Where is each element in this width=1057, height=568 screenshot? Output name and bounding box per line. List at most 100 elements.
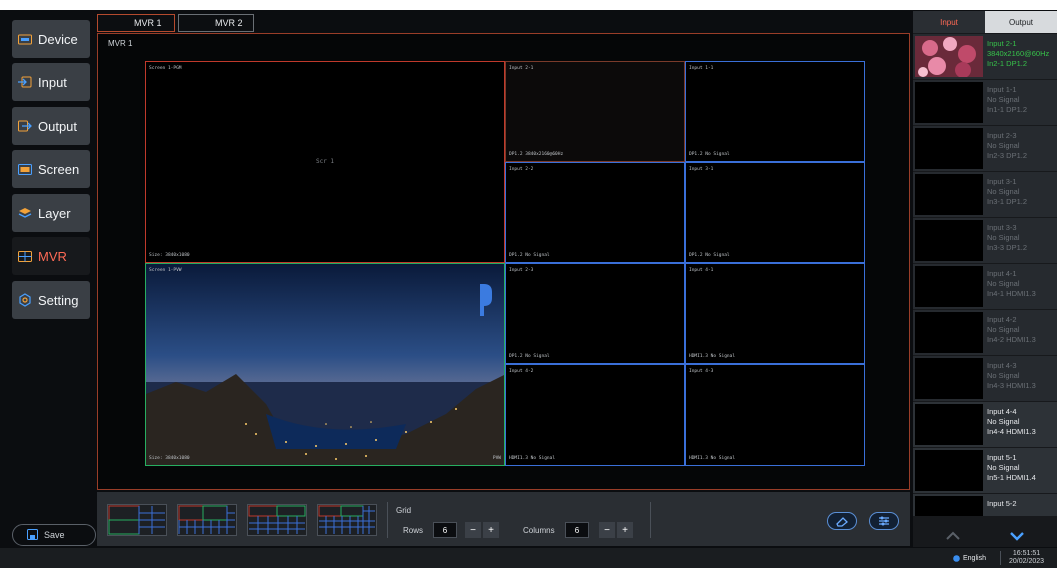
grid-label: Grid xyxy=(396,506,412,515)
divider xyxy=(1000,551,1001,565)
mvr-cell-input-4-2[interactable]: Input 4-2 HDMI1.3 No Signal xyxy=(505,364,685,466)
layout-grid-icon xyxy=(178,505,235,534)
sidebar-item-mvr[interactable]: MVR xyxy=(12,237,90,275)
source-info: Input 4-2 No Signal In4-2 HDMI1.3 xyxy=(987,315,1036,344)
layout-preset-1[interactable] xyxy=(107,504,167,536)
settings-button[interactable] xyxy=(869,512,899,530)
mvr-cell-input-4-1[interactable]: Input 4-1 HDMI1.3 No Signal xyxy=(685,263,865,364)
language-selector[interactable]: English xyxy=(953,555,986,562)
sidebar-item-label: Setting xyxy=(38,292,79,308)
chevron-down-icon xyxy=(1010,532,1024,541)
source-thumbnail xyxy=(915,404,983,445)
sliders-icon xyxy=(879,516,889,526)
source-info: Input 4-1 No Signal In4-1 HDMI1.3 xyxy=(987,269,1036,298)
sidebar-item-setting[interactable]: Setting xyxy=(12,281,90,319)
sidebar-item-label: Output xyxy=(38,118,78,134)
sidebar-item-label: MVR xyxy=(38,248,67,264)
columns-input[interactable]: 6 xyxy=(565,522,589,538)
scroll-up-button[interactable] xyxy=(923,526,983,546)
top-strip xyxy=(0,0,1057,10)
source-item[interactable]: Input 5-2 xyxy=(913,494,1057,516)
source-info: Input 4-4 No Signal In4-4 HDMI1.3 xyxy=(987,407,1036,436)
columns-decrement-button[interactable]: − xyxy=(599,522,615,538)
mvr-cell-input-3-1[interactable]: Input 3-1 DP1.2 No Signal xyxy=(685,162,865,263)
gear-icon xyxy=(18,293,32,307)
layout-preset-4[interactable] xyxy=(317,504,377,536)
save-button[interactable]: Save xyxy=(12,524,96,546)
chevron-up-icon xyxy=(946,531,960,540)
cell-status: HDMI1.3 No Signal xyxy=(689,456,736,461)
source-item[interactable]: Input 2-1 3840x2160@60Hz In2-1 DP1.2 xyxy=(913,34,1057,79)
layout-preset-2[interactable] xyxy=(177,504,237,536)
tab-mvr-1[interactable]: MVR 1 xyxy=(97,14,175,32)
source-info: Input 2-3 No Signal In2-3 DP1.2 xyxy=(987,131,1028,160)
source-thumbnail xyxy=(915,128,983,169)
clear-button[interactable] xyxy=(827,512,857,530)
pvw-window[interactable]: Screen 1-PVW Size: 3840x1080 PVW xyxy=(145,263,505,466)
source-info: Input 2-1 3840x2160@60Hz In2-1 DP1.2 xyxy=(987,39,1050,68)
sidebar-item-layer[interactable]: Layer xyxy=(12,194,90,232)
clock: 16:51:51 20/02/2023 xyxy=(1009,550,1044,566)
source-item[interactable]: Input 5-1 No Signal In5-1 HDMI1.4 xyxy=(913,448,1057,493)
layout-preset-3[interactable] xyxy=(247,504,307,536)
sidebar-item-label: Input xyxy=(38,74,67,90)
cell-title: Input 1-1 xyxy=(689,66,714,71)
rows-increment-button[interactable]: + xyxy=(483,522,499,538)
mvr-cell-input-2-2[interactable]: Input 2-2 DP1.2 No Signal xyxy=(505,162,685,263)
rows-input[interactable]: 6 xyxy=(433,522,457,538)
tab-label: MVR 1 xyxy=(134,18,162,28)
output-icon xyxy=(18,120,32,132)
sidebar-item-output[interactable]: Output xyxy=(12,107,90,145)
cell-title: Input 3-1 xyxy=(689,167,714,172)
pgm-screen-label: Scr 1 xyxy=(315,158,335,165)
cell-status: HDMI1.3 No Signal xyxy=(689,354,736,359)
source-info: Input 4-3 No Signal In4-3 HDMI1.3 xyxy=(987,361,1036,390)
clock-time: 16:51:51 xyxy=(1012,550,1041,557)
mvr-cell-input-4-3[interactable]: Input 4-3 HDMI1.3 No Signal xyxy=(685,364,865,466)
sidebar-item-label: Layer xyxy=(38,205,71,221)
mvr-cell-input-2-3[interactable]: Input 2-3 DP1.2 No Signal xyxy=(505,263,685,364)
cell-title: Input 4-2 xyxy=(509,369,534,374)
cell-status: DP1.2 No Signal xyxy=(689,253,730,258)
source-item[interactable]: Input 2-3 No Signal In2-3 DP1.2 xyxy=(913,126,1057,171)
tab-mvr-2[interactable]: MVR 2 xyxy=(178,14,254,32)
sidebar-item-label: Device xyxy=(38,31,78,47)
source-thumbnail xyxy=(915,450,983,491)
device-icon xyxy=(18,33,32,45)
sidebar-item-screen[interactable]: Screen xyxy=(12,150,90,188)
language-label: English xyxy=(963,555,986,562)
cell-status: HDMI1.3 No Signal xyxy=(509,456,556,461)
columns-increment-button[interactable]: + xyxy=(617,522,633,538)
source-item[interactable]: Input 4-2 No Signal In4-2 HDMI1.3 xyxy=(913,310,1057,355)
source-item[interactable]: Input 4-1 No Signal In4-1 HDMI1.3 xyxy=(913,264,1057,309)
mvr-cell-input-1-1[interactable]: Input 1-1 DP1.2 No Signal xyxy=(685,61,865,162)
sidebar-item-input[interactable]: Input xyxy=(12,63,90,101)
source-thumbnail xyxy=(915,174,983,215)
source-item[interactable]: Input 1-1 No Signal In1-1 DP1.2 xyxy=(913,80,1057,125)
mvr-preview-panel[interactable]: MVR 1 Screen 1-PGM Scr 1 Size: 3840x1080 xyxy=(97,33,910,490)
pgm-window[interactable]: Screen 1-PGM Scr 1 Size: 3840x1080 xyxy=(145,61,505,263)
source-info: Input 5-1 No Signal In5-1 HDMI1.4 xyxy=(987,453,1036,482)
mvr-cell-input-2-1[interactable]: Input 2-1 DP1.2 3840x2160@60Hz xyxy=(505,61,685,162)
pvw-size: Size: 3840x1080 xyxy=(149,456,190,461)
save-icon xyxy=(27,528,38,542)
pvw-title: Screen 1-PVW xyxy=(149,268,182,273)
sidebar-item-label: Screen xyxy=(38,161,80,177)
source-item[interactable]: Input 3-1 No Signal In3-1 DP1.2 xyxy=(913,172,1057,217)
cell-title: Input 2-3 xyxy=(509,268,534,273)
sidebar-item-device[interactable]: Device xyxy=(12,20,90,58)
tab-output[interactable]: Output xyxy=(985,11,1057,33)
source-thumbnail xyxy=(915,496,983,516)
sidebar: Device Input Output Screen Layer MVR Set… xyxy=(10,18,96,548)
source-thumbnail xyxy=(915,266,983,307)
source-item[interactable]: Input 3-3 No Signal In3-3 DP1.2 xyxy=(913,218,1057,263)
source-item[interactable]: Input 4-3 No Signal In4-3 HDMI1.3 xyxy=(913,356,1057,401)
source-panel: Input Output Input 2-1 3840x2160@60Hz In… xyxy=(913,11,1057,547)
scroll-down-button[interactable] xyxy=(987,526,1047,546)
rows-decrement-button[interactable]: − xyxy=(465,522,481,538)
cell-status: DP1.2 3840x2160@60Hz xyxy=(509,152,564,157)
tab-input[interactable]: Input xyxy=(913,11,985,33)
status-bar xyxy=(0,548,1057,568)
source-item[interactable]: Input 4-4 No Signal In4-4 HDMI1.3 xyxy=(913,402,1057,447)
rows-label: Rows xyxy=(403,526,424,535)
